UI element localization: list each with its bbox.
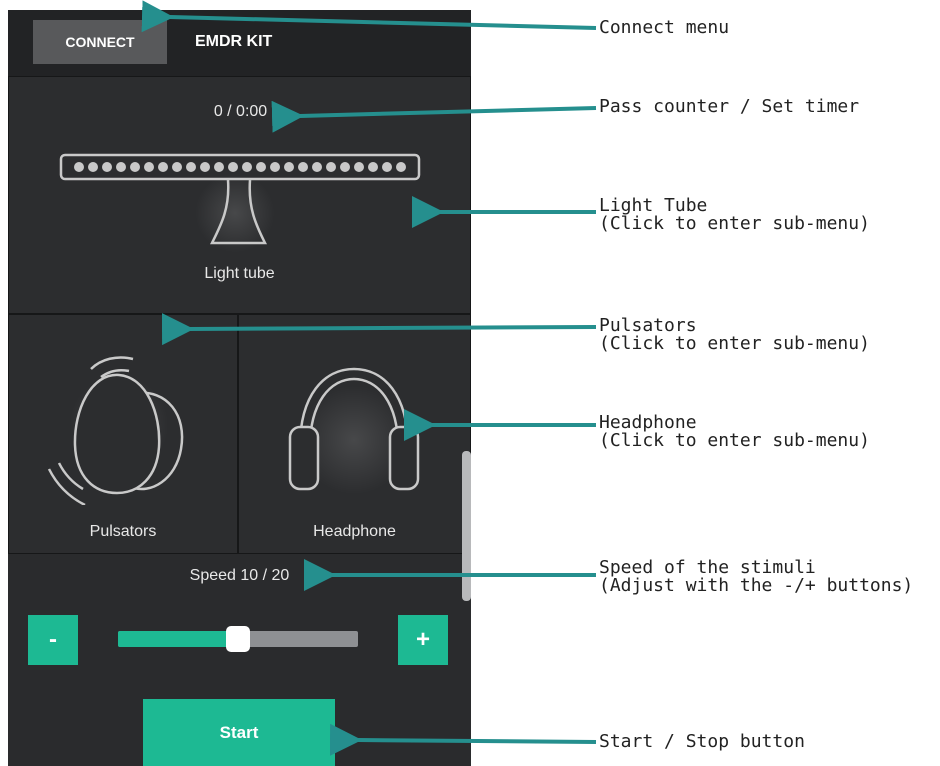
annotation-speed: Speed of the stimuli (Adjust with the -/… — [599, 559, 913, 595]
annotation-pulsators: Pulsators (Click to enter sub-menu) — [599, 317, 870, 353]
annotation-arrow — [161, 313, 597, 346]
annotation-headphone: Headphone (Click to enter sub-menu) — [599, 414, 870, 450]
annotation-light-tube: Light Tube (Click to enter sub-menu) — [599, 197, 870, 233]
annotation-layer: Connect menu Pass counter / Set timer Li… — [0, 0, 940, 766]
annotation-subtitle: (Adjust with the -/+ buttons) — [599, 575, 914, 596]
annotation-title: Start / Stop button — [599, 731, 805, 752]
annotation-subtitle: (Click to enter sub-menu) — [599, 333, 870, 354]
annotation-subtitle: (Click to enter sub-menu) — [599, 430, 870, 451]
annotation-subtitle: (Click to enter sub-menu) — [599, 213, 870, 234]
annotation-start-stop: Start / Stop button — [599, 733, 805, 751]
annotation-title: Connect menu — [599, 17, 730, 38]
annotation-arrow — [271, 100, 597, 133]
annotation-connect-menu: Connect menu — [599, 19, 729, 37]
annotation-arrow — [141, 0, 597, 33]
annotation-title: Pass counter / Set timer — [599, 96, 860, 117]
annotation-pass-counter: Pass counter / Set timer — [599, 98, 859, 116]
annotation-arrow — [329, 723, 597, 756]
